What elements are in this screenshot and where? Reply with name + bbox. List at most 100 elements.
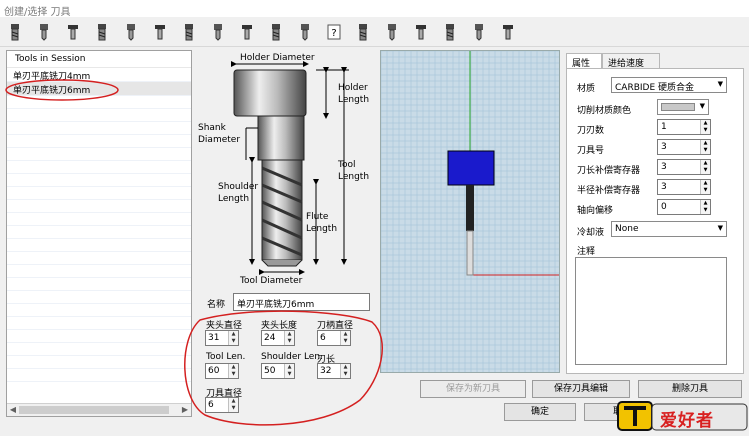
preview-grid: [381, 51, 559, 372]
engrave-icon[interactable]: [236, 20, 258, 43]
spin-down-icon[interactable]: ▼: [341, 338, 350, 345]
horizontal-scrollbar[interactable]: ◀ ▶: [7, 403, 191, 416]
cutting-material-color-label: 切削材质颜色: [577, 106, 632, 116]
spin-down-icon[interactable]: ▼: [701, 187, 710, 194]
thread-mill-icon[interactable]: [410, 20, 432, 43]
empty-list-row: [7, 278, 191, 291]
lollipop-icon[interactable]: [294, 20, 316, 43]
shoulder-length-label: Shoulder Len.: [261, 352, 323, 362]
spin-down-icon[interactable]: ▼: [229, 405, 238, 412]
slot-cutter-icon[interactable]: [468, 20, 490, 43]
side-cutter-icon[interactable]: [497, 20, 519, 43]
tap-icon[interactable]: [178, 20, 200, 43]
notes-textarea[interactable]: [575, 257, 727, 365]
spin-up-icon[interactable]: ▲: [285, 364, 294, 371]
spin-up-icon[interactable]: ▲: [701, 120, 710, 127]
spin-up-icon[interactable]: ▲: [341, 364, 350, 371]
holder-diameter-input[interactable]: 31 ▲ ▼: [205, 330, 239, 346]
length-offset-label: 刀长补偿寄存器: [577, 166, 641, 176]
tab-properties[interactable]: 属性: [566, 53, 602, 69]
spin-up-icon[interactable]: ▲: [701, 160, 710, 167]
label-holder-length-2: Length: [338, 95, 370, 105]
drill-icon[interactable]: [91, 20, 113, 43]
axial-offset-label: 轴向偏移: [577, 206, 614, 216]
flat-endmill-icon[interactable]: [4, 20, 26, 43]
radius-offset-input[interactable]: 3 ▲ ▼: [657, 179, 711, 195]
name-label: 名称: [207, 300, 226, 310]
counterbore-icon[interactable]: [381, 20, 403, 43]
empty-list-row: [7, 161, 191, 174]
tools-list-header: Tools in Session: [7, 51, 191, 68]
empty-list-row: [7, 317, 191, 330]
spin-up-icon[interactable]: ▲: [229, 331, 238, 338]
empty-list-row: [7, 304, 191, 317]
axial-offset-input[interactable]: 0 ▲ ▼: [657, 199, 711, 215]
chamfer-icon[interactable]: [207, 20, 229, 43]
chevron-down-icon: ▼: [699, 102, 705, 110]
empty-list-row: [7, 252, 191, 265]
spin-up-icon[interactable]: ▲: [229, 398, 238, 405]
spin-up-icon[interactable]: ▲: [341, 331, 350, 338]
tab-feeds-speeds[interactable]: 进给速度: [602, 53, 660, 69]
spin-down-icon[interactable]: ▼: [285, 338, 294, 345]
spin-down-icon[interactable]: ▼: [229, 338, 238, 345]
spin-up-icon[interactable]: ▲: [229, 364, 238, 371]
tool-name-input[interactable]: 单刃平底铣刀6mm: [233, 293, 370, 311]
spot-drill-icon[interactable]: [352, 20, 374, 43]
chevron-down-icon: ▼: [717, 80, 723, 88]
shank-diameter-input[interactable]: 6 ▲ ▼: [317, 330, 351, 346]
bull-endmill-icon[interactable]: [62, 20, 84, 43]
spin-down-icon[interactable]: ▼: [701, 147, 710, 154]
tool-list-item-selected[interactable]: 单刃平底铣刀6mm: [7, 82, 191, 96]
reamer-icon[interactable]: [149, 20, 171, 43]
tool-number-label: 刀具号: [577, 146, 605, 156]
scroll-left-icon[interactable]: ◀: [7, 404, 19, 416]
spin-down-icon[interactable]: ▼: [285, 371, 294, 378]
label-shank-diameter-1: Shank: [198, 123, 226, 133]
site-watermark-logo: 爱好者: [616, 398, 749, 433]
spin-up-icon[interactable]: ▲: [285, 331, 294, 338]
scrollbar-thumb[interactable]: [19, 406, 169, 414]
svg-text:?: ?: [331, 28, 336, 39]
empty-list-row: [7, 96, 191, 109]
ok-button[interactable]: 确定: [504, 403, 576, 421]
tool-length-input[interactable]: 60 ▲ ▼: [205, 363, 239, 379]
dovetail-icon[interactable]: [265, 20, 287, 43]
scroll-right-icon[interactable]: ▶: [179, 404, 191, 416]
save-tool-edit-button[interactable]: 保存刀具编辑: [532, 380, 630, 398]
spin-down-icon[interactable]: ▼: [229, 371, 238, 378]
shoulder-length-input[interactable]: 50 ▲ ▼: [261, 363, 295, 379]
empty-list-row: [7, 148, 191, 161]
material-select[interactable]: CARBIDE 硬质合金 ▼: [611, 77, 727, 93]
spin-up-icon[interactable]: ▲: [701, 140, 710, 147]
color-picker[interactable]: ▼: [657, 99, 709, 115]
tool-number-input[interactable]: 3 ▲ ▼: [657, 139, 711, 155]
help-icon[interactable]: ?: [323, 20, 345, 43]
save-as-new-tool-button[interactable]: 保存为新刀具: [420, 380, 526, 398]
tool-diameter-input[interactable]: 6 ▲ ▼: [205, 397, 239, 413]
empty-list-row: [7, 369, 191, 382]
window-title: 创建/选择 刀具: [0, 0, 749, 18]
empty-list-row: [7, 356, 191, 369]
empty-list-row: [7, 265, 191, 278]
tool-list-item[interactable]: 单刃平底铣刀4mm: [7, 68, 191, 82]
spin-up-icon[interactable]: ▲: [701, 180, 710, 187]
ball-endmill-icon[interactable]: [33, 20, 55, 43]
spin-up-icon[interactable]: ▲: [701, 200, 710, 207]
label-flute-length-2: Length: [306, 224, 338, 234]
spin-down-icon[interactable]: ▼: [341, 371, 350, 378]
empty-list-row: [7, 239, 191, 252]
coolant-select[interactable]: None ▼: [611, 221, 727, 237]
flutes-input[interactable]: 1 ▲ ▼: [657, 119, 711, 135]
tool-preview-viewport[interactable]: [380, 50, 560, 373]
form-tool-icon[interactable]: [439, 20, 461, 43]
empty-list-row: [7, 187, 191, 200]
spin-down-icon[interactable]: ▼: [701, 207, 710, 214]
length-offset-input[interactable]: 3 ▲ ▼: [657, 159, 711, 175]
spin-down-icon[interactable]: ▼: [701, 127, 710, 134]
holder-length-input[interactable]: 24 ▲ ▼: [261, 330, 295, 346]
flute-length-input[interactable]: 32 ▲ ▼: [317, 363, 351, 379]
delete-tool-button[interactable]: 删除刀具: [638, 380, 742, 398]
center-drill-icon[interactable]: [120, 20, 142, 43]
spin-down-icon[interactable]: ▼: [701, 167, 710, 174]
